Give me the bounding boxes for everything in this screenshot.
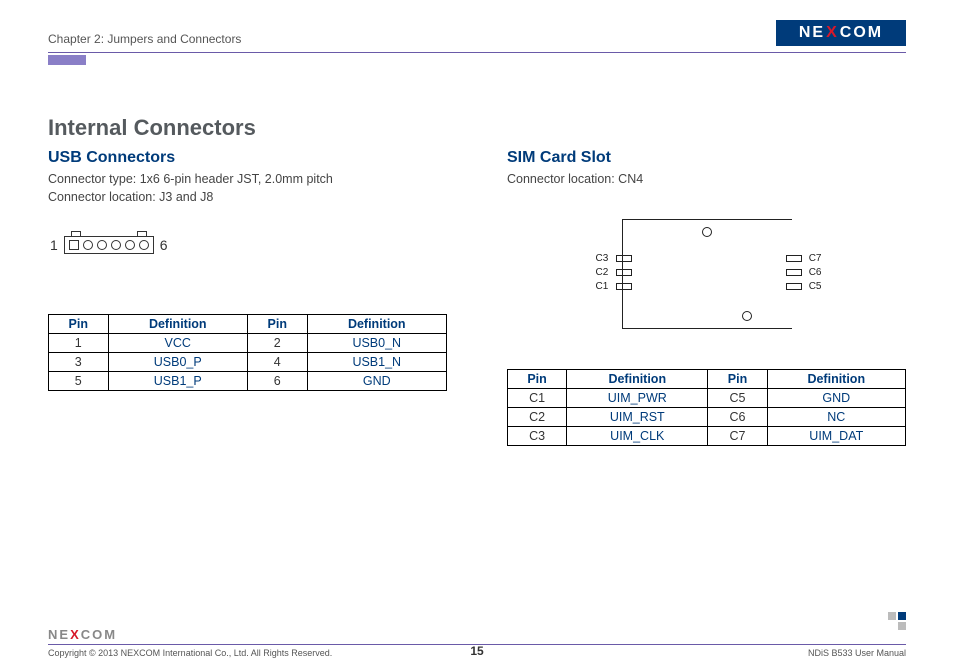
manual-name: NDiS B533 User Manual — [808, 648, 906, 658]
usb-connector-diagram: 1 6 — [50, 236, 447, 254]
sim-desc: Connector location: CN4 — [507, 171, 906, 189]
usb-pin1-label: 1 — [50, 237, 58, 253]
section-title: Internal Connectors — [48, 115, 906, 141]
logo-post: COM — [840, 24, 883, 42]
footer: NEXCOM Copyright © 2013 NEXCOM Internati… — [48, 626, 906, 658]
lbl-c1: C1 — [596, 281, 609, 292]
th-pin: Pin — [247, 315, 307, 334]
th-def: Definition — [307, 315, 446, 334]
lbl-c3: C3 — [596, 253, 609, 264]
usb-desc: Connector type: 1x6 6-pin header JST, 2.… — [48, 171, 447, 206]
logo-bottom: NEXCOM — [48, 627, 117, 642]
cell: 6 — [247, 372, 307, 391]
usb-connector-body — [64, 236, 154, 254]
usb-pin-5 — [125, 240, 135, 250]
copyright-text: Copyright © 2013 NEXCOM International Co… — [48, 648, 332, 658]
chapter-label: Chapter 2: Jumpers and Connectors — [48, 32, 241, 46]
footer-squares-icon — [888, 612, 906, 630]
usb-pin-3 — [97, 240, 107, 250]
table-row: 3 USB0_P 4 USB1_N — [49, 353, 447, 372]
cell: C5 — [708, 388, 767, 407]
cell: UIM_RST — [567, 407, 708, 426]
cell: C7 — [708, 426, 767, 445]
cell: C6 — [708, 407, 767, 426]
cell: 2 — [247, 334, 307, 353]
sim-pad-c3 — [616, 255, 632, 262]
cell: GND — [307, 372, 446, 391]
cell: C2 — [508, 407, 567, 426]
cell: 4 — [247, 353, 307, 372]
section-tab — [48, 55, 86, 65]
lbl-c2: C2 — [596, 267, 609, 278]
sim-pad-c7 — [786, 255, 802, 262]
lbl-c6: C6 — [809, 267, 822, 278]
logo-b-pre: NE — [48, 627, 70, 642]
th-pin: Pin — [49, 315, 109, 334]
usb-title: USB Connectors — [48, 149, 447, 167]
header-rule — [48, 52, 906, 53]
cell: C1 — [508, 388, 567, 407]
sim-pad-c5 — [786, 283, 802, 290]
sim-column: SIM Card Slot Connector location: CN4 C3… — [507, 149, 906, 446]
usb-column: USB Connectors Connector type: 1x6 6-pin… — [48, 149, 447, 446]
cell: UIM_PWR — [567, 388, 708, 407]
cell: NC — [767, 407, 905, 426]
usb-pin-1 — [69, 240, 79, 250]
table-row: 1 VCC 2 USB0_N — [49, 334, 447, 353]
sim-slot-diagram: C3 C2 C1 C7 C6 C5 — [592, 219, 822, 339]
sim-desc-line1: Connector location: CN4 — [507, 171, 906, 189]
sim-pad-c1 — [616, 283, 632, 290]
cell: USB1_N — [307, 353, 446, 372]
cell: UIM_DAT — [767, 426, 905, 445]
usb-pin6-label: 6 — [160, 237, 168, 253]
sim-title: SIM Card Slot — [507, 149, 906, 167]
usb-pin-2 — [83, 240, 93, 250]
cell: VCC — [108, 334, 247, 353]
cell: GND — [767, 388, 905, 407]
cell: 5 — [49, 372, 109, 391]
th-def: Definition — [567, 369, 708, 388]
usb-pin-table: Pin Definition Pin Definition 1 VCC 2 US… — [48, 314, 447, 391]
usb-desc-line2: Connector location: J3 and J8 — [48, 189, 447, 207]
cell: 3 — [49, 353, 109, 372]
logo-b-x: X — [70, 627, 81, 642]
lbl-c5: C5 — [809, 281, 822, 292]
logo-top: NEXCOM — [776, 20, 906, 46]
th-def: Definition — [767, 369, 905, 388]
lbl-c7: C7 — [809, 253, 822, 264]
table-row: 5 USB1_P 6 GND — [49, 372, 447, 391]
logo-pre: NE — [799, 24, 825, 42]
sim-hole-top — [702, 227, 712, 237]
cell: C3 — [508, 426, 567, 445]
table-row: C1 UIM_PWR C5 GND — [508, 388, 906, 407]
sim-pin-table: Pin Definition Pin Definition C1 UIM_PWR… — [507, 369, 906, 446]
th-pin: Pin — [708, 369, 767, 388]
table-row: C3 UIM_CLK C7 UIM_DAT — [508, 426, 906, 445]
th-def: Definition — [108, 315, 247, 334]
table-row: C2 UIM_RST C6 NC — [508, 407, 906, 426]
usb-desc-line1: Connector type: 1x6 6-pin header JST, 2.… — [48, 171, 447, 189]
cell: UIM_CLK — [567, 426, 708, 445]
sim-hole-bottom — [742, 311, 752, 321]
usb-pin-4 — [111, 240, 121, 250]
logo-x: X — [826, 24, 839, 42]
cell: USB1_P — [108, 372, 247, 391]
th-pin: Pin — [508, 369, 567, 388]
cell: 1 — [49, 334, 109, 353]
cell: USB0_P — [108, 353, 247, 372]
page-number: 15 — [470, 644, 483, 658]
cell: USB0_N — [307, 334, 446, 353]
logo-b-post: COM — [81, 627, 117, 642]
sim-pad-c6 — [786, 269, 802, 276]
sim-pad-c2 — [616, 269, 632, 276]
usb-pin-6 — [139, 240, 149, 250]
